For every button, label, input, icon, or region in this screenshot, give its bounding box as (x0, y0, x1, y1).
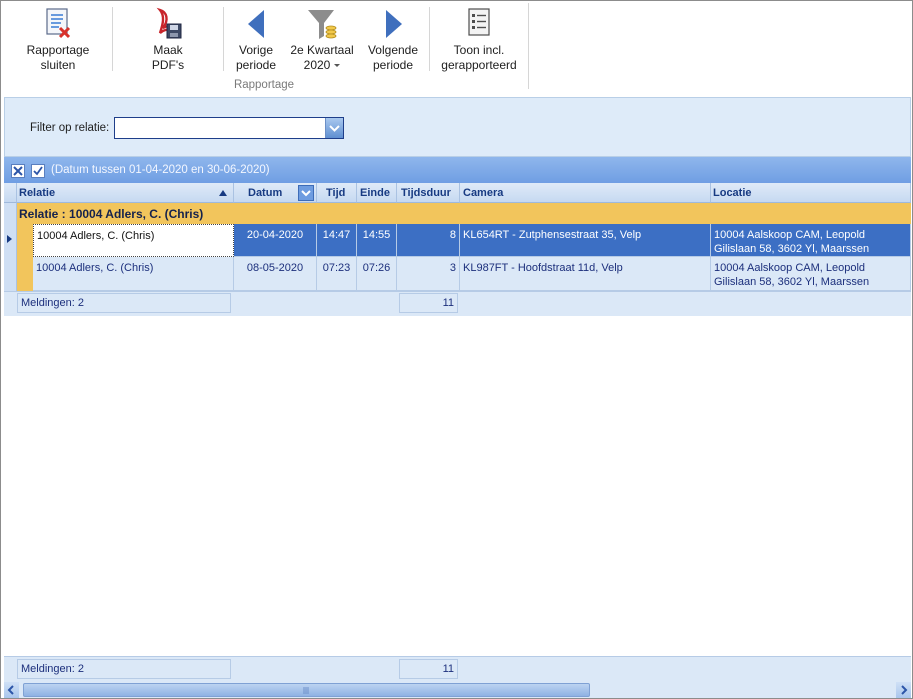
period-selector-button[interactable]: 2e Kwartaal 2020 (287, 1, 357, 81)
grip-icon (303, 687, 309, 694)
report-grid: Relatie Datum Tijd Einde Tijdsduur Camer… (4, 183, 911, 316)
filter-relation-label: Filter op relatie: (30, 122, 110, 134)
previous-period-button[interactable]: Vorige periode (229, 1, 283, 81)
scroll-thumb[interactable] (23, 683, 590, 697)
period-text: 2e Kwartaal 2020 (290, 43, 354, 72)
cell-camera[interactable]: KL654RT - Zutphensestraat 35, Velp (460, 224, 711, 257)
cell-camera[interactable]: KL987FT - Hoofdstraat 11d, Velp (460, 257, 711, 291)
chevron-right-icon (901, 685, 908, 695)
cell-tijd[interactable]: 14:47 (317, 224, 357, 257)
column-header-label: Tijdsduur (401, 187, 451, 199)
column-header-label: Relatie (19, 187, 56, 199)
ribbon-separator (223, 7, 224, 71)
cell-datum[interactable]: 20-04-2020 (234, 224, 317, 257)
column-header-datum[interactable]: Datum (234, 183, 317, 203)
ribbon: Rapportage sluiten Maak PDF's Vorige per… (1, 1, 912, 95)
pdf-save-icon (156, 7, 182, 39)
cell-relatie[interactable]: 10004 Adlers, C. (Chris) (33, 257, 234, 291)
previous-period-label: Vorige periode (235, 43, 277, 72)
filter-relation-combobox[interactable] (114, 117, 344, 139)
column-header-tijdsduur[interactable]: Tijdsduur (397, 183, 460, 203)
make-pdf-label: Maak PDF's (151, 43, 185, 72)
sort-ascending-icon (219, 190, 227, 196)
filter-enabled-checkbox[interactable] (31, 164, 45, 178)
show-reported-button[interactable]: Toon incl. gerapporteerd (437, 1, 521, 81)
next-period-label: Volgende periode (367, 43, 419, 72)
close-report-label: Rapportage sluiten (26, 43, 90, 72)
cell-einde[interactable]: 07:26 (357, 257, 397, 291)
horizontal-scrollbar[interactable] (4, 682, 911, 698)
clear-filter-button[interactable] (11, 164, 25, 178)
cell-tijdsduur[interactable]: 8 (397, 224, 460, 257)
chevron-down-icon (329, 125, 340, 132)
scroll-right-button[interactable] (896, 682, 911, 698)
filter-dropdown-button[interactable] (325, 118, 343, 138)
cell-tijdsduur[interactable]: 3 (397, 257, 460, 291)
close-report-icon (46, 8, 71, 39)
checkmark-icon (33, 166, 43, 176)
grid-footer-count: Meldingen: 2 (17, 659, 231, 679)
cell-einde[interactable]: 14:55 (357, 224, 397, 257)
column-header-tijd[interactable]: Tijd (317, 183, 357, 203)
period-selector-label: 2e Kwartaal 2020 (287, 43, 357, 73)
column-header-label: Tijd (326, 187, 346, 199)
header-indicator (4, 183, 17, 203)
group-footer-sum: 11 (399, 293, 458, 313)
ribbon-group-label: Rapportage (233, 79, 295, 91)
cell-relatie[interactable]: 10004 Adlers, C. (Chris) (33, 224, 234, 257)
arrow-left-icon (248, 10, 264, 38)
scroll-left-button[interactable] (4, 682, 19, 698)
cell-locatie[interactable]: 10004 Aalskoop CAM, Leopold Gilislaan 58… (711, 224, 911, 257)
row-indicator-column (4, 203, 17, 291)
filter-funnel-icon (308, 10, 337, 39)
report-list-icon (468, 8, 490, 36)
filter-description[interactable]: (Datum tussen 01-04-2020 en 30-06-2020) (51, 164, 270, 176)
make-pdf-button[interactable]: Maak PDF's (132, 1, 204, 81)
ribbon-separator (112, 7, 113, 71)
column-header-label: Camera (463, 187, 504, 199)
report-window: Rapportage sluiten Maak PDF's Vorige per… (0, 0, 913, 699)
cell-tijd[interactable]: 07:23 (317, 257, 357, 291)
group-footer-count: Meldingen: 2 (17, 293, 231, 313)
group-row-label: Relatie : 10004 Adlers, C. (Chris) (19, 207, 204, 221)
column-filter-button[interactable] (298, 185, 314, 201)
chevron-down-icon (334, 64, 341, 68)
group-row[interactable]: Relatie : 10004 Adlers, C. (Chris) (17, 203, 911, 224)
filter-panel: Filter op relatie: (4, 97, 911, 157)
show-reported-label: Toon incl. gerapporteerd (441, 43, 517, 72)
grid-footer-sum: 11 (399, 659, 458, 679)
ribbon-separator (429, 7, 430, 71)
grid-footer: Meldingen: 2 11 (4, 656, 911, 683)
active-filter-bar: (Datum tussen 01-04-2020 en 30-06-2020) (4, 157, 911, 183)
next-period-button[interactable]: Volgende periode (363, 1, 423, 81)
close-report-button[interactable]: Rapportage sluiten (19, 1, 97, 81)
group-indent (17, 224, 33, 291)
column-header-label: Einde (360, 187, 390, 199)
column-header-einde[interactable]: Einde (357, 183, 397, 203)
column-header-locatie[interactable]: Locatie (711, 183, 911, 203)
column-header-label: Datum (248, 187, 283, 199)
cell-datum[interactable]: 08-05-2020 (234, 257, 317, 291)
close-icon (13, 166, 23, 176)
ribbon-separator (528, 3, 529, 89)
column-header-label: Locatie (713, 187, 752, 199)
column-header-relatie[interactable]: Relatie (17, 183, 234, 203)
chevron-left-icon (7, 685, 14, 695)
column-header-camera[interactable]: Camera (460, 183, 711, 203)
current-row-arrow-icon (7, 235, 12, 243)
chevron-down-icon (301, 190, 311, 197)
arrow-right-icon (386, 10, 402, 38)
cell-locatie[interactable]: 10004 Aalskoop CAM, Leopold Gilislaan 58… (711, 257, 911, 291)
